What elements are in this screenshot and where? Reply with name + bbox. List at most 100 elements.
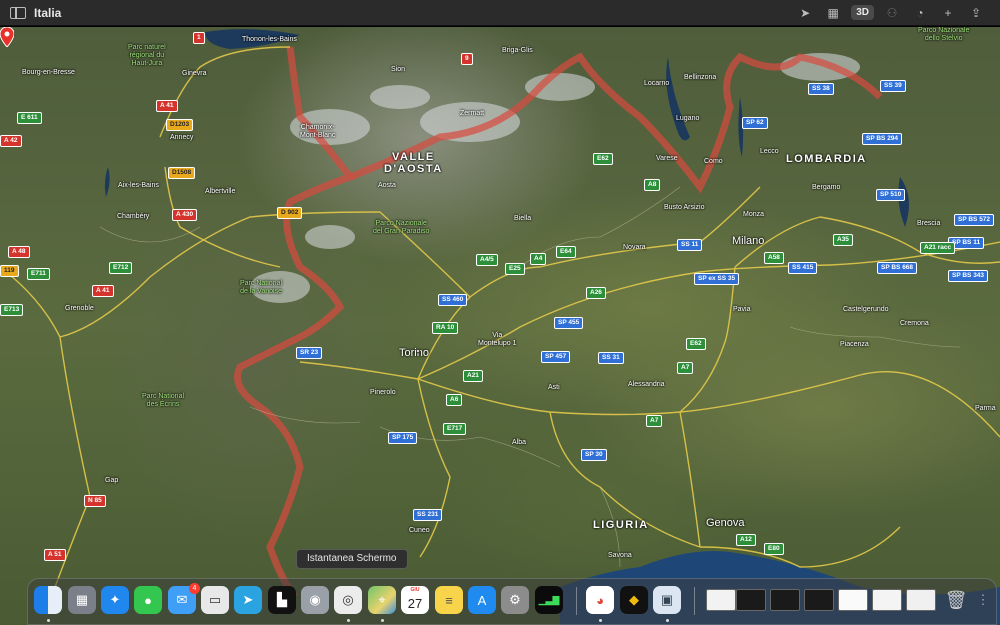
tradingview-icon[interactable]: ▙: [268, 586, 296, 614]
park-gran-paradiso[interactable]: Parco Nazionale del Gran Paradiso: [373, 220, 429, 236]
safari-icon[interactable]: ✦: [101, 586, 129, 614]
minimized-chart-thumbnail-2[interactable]: [770, 589, 800, 611]
launchpad-icon[interactable]: ▦: [68, 586, 96, 614]
city-piacenza[interactable]: Piacenza: [840, 341, 869, 348]
maps-running-dot: [381, 619, 384, 622]
city-chambery[interactable]: Chambéry: [117, 213, 149, 220]
shield-ss460: SS 460: [438, 294, 468, 306]
city-castelgerundo[interactable]: Castelgerundo: [843, 306, 889, 313]
city-varese[interactable]: Varese: [656, 155, 678, 162]
preview-icon[interactable]: ▣: [653, 586, 681, 614]
city-bourg[interactable]: Bourg-en-Bresse: [22, 69, 75, 76]
map-view[interactable]: VALLE D'AOSTA LOMBARDIA LIGURIA Torino M…: [0, 27, 1000, 625]
dock-separator-2: [694, 587, 695, 615]
shield-119: 119: [0, 265, 19, 277]
city-asti[interactable]: Asti: [548, 384, 560, 391]
shield-1: 1: [193, 32, 205, 44]
city-aix[interactable]: Aix-les-Bains: [118, 182, 159, 189]
sidebar-toggle-icon[interactable]: [10, 6, 26, 19]
city-gap[interactable]: Gap: [105, 477, 118, 484]
messages-icon[interactable]: ●: [134, 586, 162, 614]
city-genova[interactable]: Genova: [706, 517, 745, 529]
city-pinerolo[interactable]: Pinerolo: [370, 389, 396, 396]
city-savona[interactable]: Savona: [608, 552, 632, 559]
city-brescia[interactable]: Brescia: [917, 220, 940, 227]
city-milano[interactable]: Milano: [732, 235, 764, 247]
city-chamonix[interactable]: Chamonix- Mont-Blanc: [300, 124, 335, 140]
shield-e62-north: E62: [593, 153, 613, 165]
dock-tooltip: Istantanea Schermo: [296, 549, 408, 569]
city-pavia[interactable]: Pavia: [733, 306, 751, 313]
minimized-chart-thumbnail-1[interactable]: [736, 589, 766, 611]
share-icon[interactable]: ⇪: [966, 4, 986, 22]
city-bellinzona[interactable]: Bellinzona: [684, 74, 716, 81]
chrome-running-dot: [599, 619, 602, 622]
park-haut-jura[interactable]: Parc naturel régional du Haut-Jura: [128, 44, 166, 68]
notes-icon[interactable]: ≡: [435, 586, 463, 614]
binance-icon[interactable]: ◆: [620, 586, 648, 614]
window-title: Italia: [34, 5, 62, 20]
city-alessandria[interactable]: Alessandria: [628, 381, 665, 388]
city-cuneo[interactable]: Cuneo: [409, 527, 430, 534]
tracking-icon[interactable]: ◔: [910, 4, 930, 22]
park-vanoise[interactable]: Parc National de la Vanoise: [240, 280, 282, 296]
lake-bourget: [104, 167, 110, 197]
screenshot-icon[interactable]: ◎: [334, 586, 362, 614]
city-como[interactable]: Como: [704, 158, 723, 165]
location-arrow-icon[interactable]: ➤: [795, 4, 815, 22]
minor-roads: [99, 186, 961, 568]
city-lugano[interactable]: Lugano: [676, 115, 699, 122]
location-pin-icon[interactable]: [0, 27, 14, 47]
city-monza[interactable]: Monza: [743, 211, 764, 218]
mail-icon[interactable]: ✉ 4: [168, 583, 200, 614]
minimized-browser-thumbnail-2[interactable]: [872, 589, 902, 611]
trash-icon[interactable]: 🗑: [942, 586, 970, 614]
minimized-browser-thumbnail-1[interactable]: [838, 589, 868, 611]
screens-icon[interactable]: ▭: [201, 586, 229, 614]
3d-toggle-button[interactable]: 3D: [851, 5, 874, 20]
lake-iseo: [898, 177, 909, 227]
shield-e711: E711: [27, 268, 50, 280]
minimized-browser-thumbnail-3[interactable]: [906, 589, 936, 611]
region-liguria: LIGURIA: [593, 519, 649, 531]
city-sion[interactable]: Sion: [391, 66, 405, 73]
app-store-icon[interactable]: A: [468, 586, 496, 614]
maps-icon[interactable]: ⌖: [368, 586, 396, 614]
chrome-icon[interactable]: ◕: [586, 586, 614, 614]
system-settings-icon[interactable]: ⚙: [501, 586, 529, 614]
calendar-icon[interactable]: GIU 27: [401, 586, 429, 614]
park-ecrins[interactable]: Parc National des Écrins: [142, 393, 184, 409]
activity-monitor-icon[interactable]: ▁▃▇: [535, 586, 563, 614]
shield-9: 9: [461, 53, 473, 65]
city-alba[interactable]: Alba: [512, 439, 526, 446]
city-ginevra[interactable]: Ginevra: [182, 70, 207, 77]
city-biella[interactable]: Biella: [514, 215, 531, 222]
city-lecco[interactable]: Lecco: [760, 148, 779, 155]
shield-e713: E713: [0, 304, 24, 316]
dock-more-icon[interactable]: ⋮: [974, 586, 992, 614]
city-cremona[interactable]: Cremona: [900, 320, 929, 327]
city-novara[interactable]: Novara: [623, 244, 646, 251]
minimized-chart-thumbnail-3[interactable]: [804, 589, 834, 611]
park-stelvio[interactable]: Parco Nazionale dello Stelvio: [918, 27, 969, 43]
add-button[interactable]: +: [938, 4, 958, 22]
telegram-icon[interactable]: ➤: [234, 586, 262, 614]
city-locarno[interactable]: Locarno: [644, 80, 669, 87]
city-grenoble[interactable]: Grenoble: [65, 305, 94, 312]
look-around-icon[interactable]: ⚇: [882, 4, 902, 22]
map-mode-icon[interactable]: ▦: [823, 4, 843, 22]
shield-a12: A12: [736, 534, 756, 546]
city-torino[interactable]: Torino: [399, 347, 429, 359]
city-annecy[interactable]: Annecy: [170, 134, 193, 141]
city-zermatt[interactable]: Zermatt: [460, 110, 484, 117]
city-briga[interactable]: Briga-Glis: [502, 47, 533, 54]
city-aosta[interactable]: Aosta: [378, 182, 396, 189]
city-busto[interactable]: Busto Arsizio: [664, 204, 704, 211]
minimized-document-thumbnail[interactable]: [706, 589, 736, 611]
city-bergamo[interactable]: Bergamo: [812, 184, 840, 191]
city-thonon[interactable]: Thonon-les-Bains: [242, 36, 297, 43]
finder-icon[interactable]: [34, 586, 62, 614]
quicktime-icon[interactable]: ◉: [301, 586, 329, 614]
city-albertville[interactable]: Albertville: [205, 188, 235, 195]
city-parma[interactable]: Parma: [975, 405, 996, 412]
